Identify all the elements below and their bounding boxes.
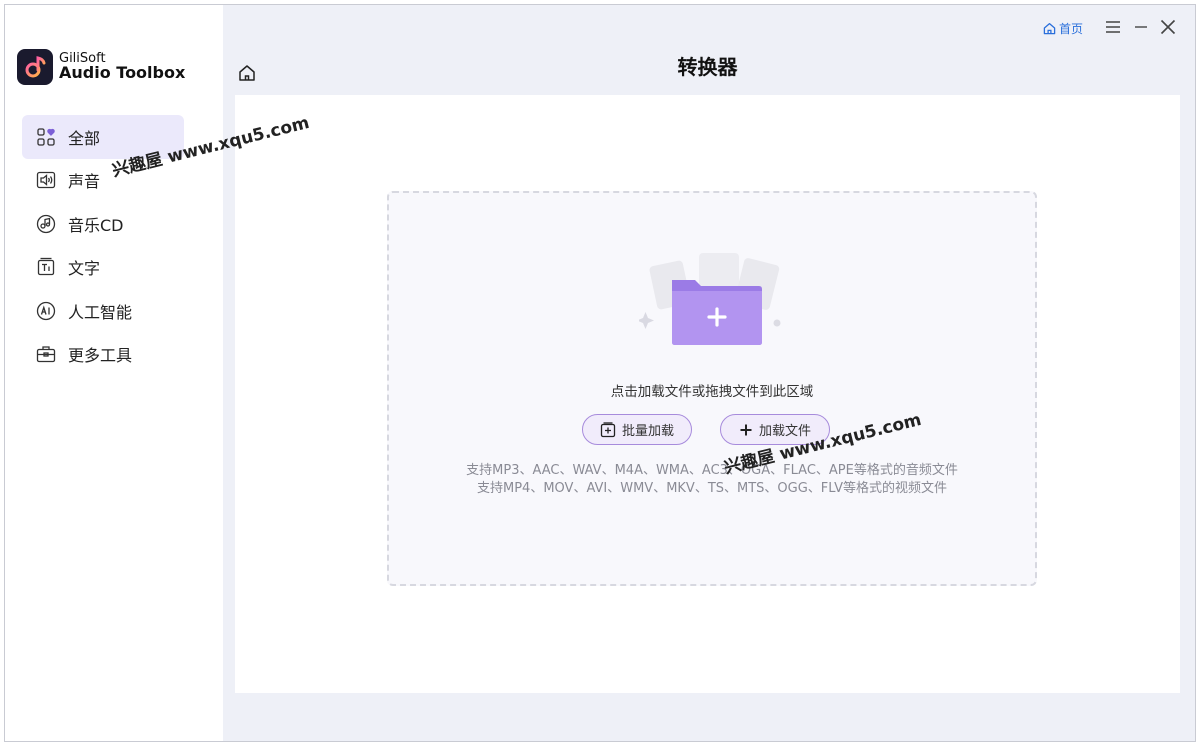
home-icon [1043,23,1056,35]
text-icon [36,257,56,277]
sidebar-item-music-cd[interactable]: 音乐CD [22,202,184,246]
batch-load-label: 批量加载 [621,424,674,439]
product-name: Audio Toolbox [59,63,186,83]
minimize-button[interactable] [1131,17,1151,37]
sidebar-item-label: 音乐CD [68,215,124,235]
sidebar-item-label: 文字 [68,259,101,279]
audio-formats-text: 支持MP3、AAC、WAV、M4A、WMA、AC3、OGA、FLAC、APE等格… [466,463,958,478]
batch-add-icon [600,421,616,437]
sidebar-item-more-tools[interactable]: 更多工具 [22,333,184,377]
app-logo-icon [17,49,53,85]
grid-heart-icon [36,127,56,147]
home-link[interactable]: 首页 [1043,20,1083,37]
app-window: GiliSoft Audio Toolbox 全部 声音 音乐CD 文字 人工智… [4,4,1196,742]
back-home-button[interactable] [236,62,258,84]
menu-icon [1106,21,1120,33]
menu-button[interactable] [1103,17,1123,37]
toolbox-icon [36,344,56,364]
sidebar-item-label: 全部 [68,128,101,148]
supported-formats: 支持MP3、AAC、WAV、M4A、WMA、AC3、OGA、FLAC、APE等格… [389,462,1035,498]
add-folder-icon [637,253,789,348]
drop-hint-text: 点击加载文件或拖拽文件到此区域 [610,384,814,400]
sidebar-item-label: 更多工具 [68,346,133,366]
page-title: 转换器 [677,55,738,79]
main-panel: 点击加载文件或拖拽文件到此区域 批量加载 加载文件 支持MP3、AAC、WAV、… [235,95,1180,693]
brand: GiliSoft Audio Toolbox [17,49,185,85]
sidebar-item-label: 人工智能 [68,302,133,322]
close-icon [1160,19,1176,35]
ai-icon [36,301,56,321]
music-cd-icon [36,214,56,234]
house-icon [239,65,255,81]
file-drop-zone[interactable]: 点击加载文件或拖拽文件到此区域 批量加载 加载文件 支持MP3、AAC、WAV、… [387,191,1037,586]
sidebar-item-text[interactable]: 文字 [22,246,184,290]
batch-load-button[interactable]: 批量加载 [582,414,692,445]
home-link-label: 首页 [1059,22,1084,36]
speaker-icon [36,170,56,190]
plus-icon [740,424,752,435]
close-button[interactable] [1158,17,1178,37]
sidebar: GiliSoft Audio Toolbox 全部 声音 音乐CD 文字 人工智… [5,5,223,741]
video-formats-text: 支持MP4、MOV、AVI、WMV、MKV、TS、MTS、OGG、FLV等格式的… [477,481,947,496]
sidebar-item-label: 声音 [68,172,101,192]
minimize-icon [1135,26,1147,28]
sidebar-item-ai[interactable]: 人工智能 [22,289,184,333]
